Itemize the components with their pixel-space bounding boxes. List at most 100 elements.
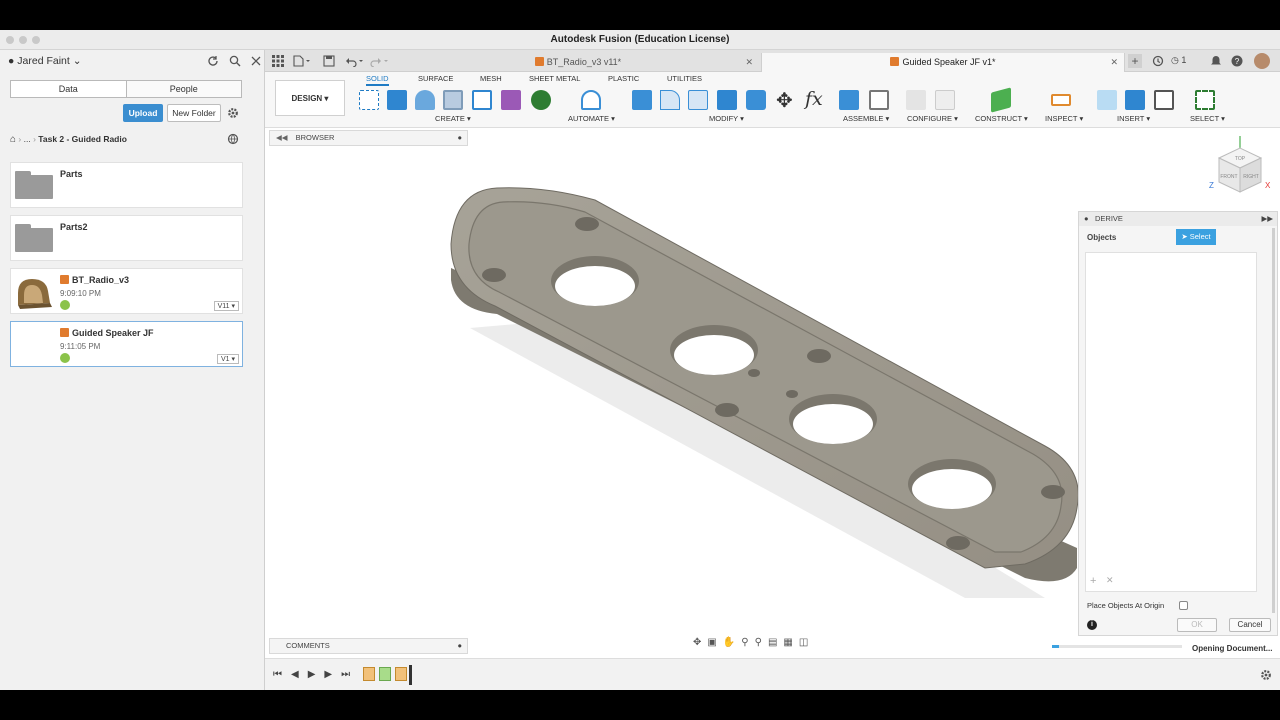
- version-badge[interactable]: V1 ▾: [216, 354, 239, 364]
- group-configure[interactable]: CONFIGURE ▾: [907, 114, 958, 123]
- version-badge[interactable]: V11 ▾: [213, 301, 239, 311]
- group-assemble[interactable]: ASSEMBLE ▾: [843, 114, 889, 123]
- timeline-feature-icon[interactable]: [395, 667, 407, 681]
- step-forward-icon[interactable]: ▶: [324, 669, 332, 680]
- timeline-feature-icon[interactable]: [379, 667, 391, 681]
- play-icon[interactable]: ▶: [308, 669, 316, 680]
- press-pull-icon[interactable]: [632, 90, 652, 110]
- configure-icon[interactable]: [906, 90, 926, 110]
- viewcube-right-label[interactable]: RIGHT: [1243, 174, 1259, 180]
- sync-icon[interactable]: [1152, 55, 1164, 67]
- tab-surface[interactable]: SURFACE: [418, 74, 453, 83]
- undo-icon[interactable]: [345, 55, 365, 67]
- group-construct[interactable]: CONSTRUCT ▾: [975, 114, 1028, 123]
- save-icon[interactable]: [323, 55, 335, 67]
- list-item[interactable]: Parts2: [10, 215, 243, 261]
- home-icon[interactable]: ⌂: [10, 134, 16, 145]
- close-tab-icon[interactable]: ✕: [1110, 53, 1118, 72]
- settings-gear-icon[interactable]: [227, 107, 239, 119]
- tab-mesh[interactable]: MESH: [480, 74, 502, 83]
- viewports-icon[interactable]: ◫: [799, 637, 808, 653]
- upload-button[interactable]: Upload: [123, 104, 163, 122]
- insert-image-icon[interactable]: [1125, 90, 1145, 110]
- group-automate[interactable]: AUTOMATE ▾: [568, 114, 615, 123]
- shell-icon[interactable]: [717, 90, 737, 110]
- close-tab-icon[interactable]: ✕: [745, 53, 753, 72]
- refresh-icon[interactable]: [207, 55, 219, 67]
- tab-guided-speaker[interactable]: Guided Speaker JF v1* ✕: [761, 53, 1125, 72]
- extrude-icon[interactable]: [387, 90, 407, 110]
- measure-icon[interactable]: [1051, 94, 1071, 106]
- job-status[interactable]: ◷ 1: [1171, 55, 1186, 66]
- form-icon[interactable]: [501, 90, 521, 110]
- expand-arrows-icon[interactable]: ▶▶: [1261, 212, 1273, 226]
- group-insert[interactable]: INSERT ▾: [1117, 114, 1150, 123]
- notifications-bell-icon[interactable]: [1210, 55, 1222, 67]
- add-plus-icon[interactable]: +: [1090, 575, 1096, 587]
- view-cube[interactable]: TOP FRONT RIGHT Z X: [1205, 134, 1275, 204]
- list-item[interactable]: Guided Speaker JF 9:11:05 PM V1 ▾: [10, 321, 243, 367]
- redo-icon[interactable]: [370, 55, 390, 67]
- place-origin-checkbox[interactable]: [1179, 601, 1188, 610]
- 3d-model-speaker-plate[interactable]: [265, 128, 1080, 658]
- viewcube-front-label[interactable]: FRONT: [1220, 174, 1237, 180]
- list-item[interactable]: BT_Radio_v3 9:09:10 PM V11 ▾: [10, 268, 243, 314]
- globe-icon[interactable]: [227, 133, 239, 145]
- combine-icon[interactable]: [746, 90, 766, 110]
- cancel-button[interactable]: Cancel: [1229, 618, 1271, 632]
- group-select[interactable]: SELECT ▾: [1190, 114, 1225, 123]
- insert-mesh-icon[interactable]: [1154, 90, 1174, 110]
- go-to-start-icon[interactable]: ⏮: [273, 669, 282, 680]
- revolve-icon[interactable]: [415, 90, 435, 110]
- look-at-icon[interactable]: ▣: [707, 637, 716, 653]
- tab-utilities[interactable]: UTILITIES: [667, 74, 702, 83]
- list-item[interactable]: Parts: [10, 162, 243, 208]
- workspace-switcher[interactable]: DESIGN ▾: [275, 80, 345, 116]
- tab-people[interactable]: People: [127, 81, 242, 97]
- objects-list[interactable]: + ✕: [1085, 252, 1257, 592]
- zoom-icon[interactable]: ⚲: [741, 637, 748, 653]
- add-comment-icon[interactable]: ●: [457, 639, 462, 653]
- tab-sheet-metal[interactable]: SHEET METAL: [529, 74, 580, 83]
- avatar[interactable]: [1254, 53, 1270, 69]
- pattern-icon[interactable]: [472, 90, 492, 110]
- user-menu[interactable]: ● Jared Faint ⌄: [8, 55, 82, 67]
- breadcrumb-ellipsis[interactable]: ...: [24, 134, 31, 144]
- new-component-icon[interactable]: [839, 90, 859, 110]
- offset-plane-icon[interactable]: [991, 87, 1011, 113]
- timeline-marker[interactable]: [409, 665, 412, 685]
- hole-icon[interactable]: [443, 90, 463, 110]
- create-sketch-icon[interactable]: [359, 90, 379, 110]
- comments-panel-header[interactable]: COMMENTS ●: [269, 638, 468, 654]
- ok-button[interactable]: OK: [1177, 618, 1217, 632]
- info-icon[interactable]: i: [1087, 620, 1097, 630]
- generative-icon[interactable]: [531, 90, 551, 110]
- group-create[interactable]: CREATE ▾: [435, 114, 471, 123]
- display-settings-icon[interactable]: ▤: [768, 637, 777, 653]
- parameters-fx-icon[interactable]: fx: [805, 88, 823, 110]
- go-to-end-icon[interactable]: ⏭: [341, 669, 350, 680]
- timeline-feature-icon[interactable]: [363, 667, 375, 681]
- remove-x-icon[interactable]: ✕: [1106, 575, 1114, 586]
- fit-zoom-icon[interactable]: ⚲: [755, 637, 762, 653]
- grid-apps-icon[interactable]: [272, 55, 284, 67]
- orbit-icon[interactable]: ✥: [693, 637, 701, 653]
- insert-derive-icon[interactable]: [1097, 90, 1117, 110]
- tab-plastic[interactable]: PLASTIC: [608, 74, 639, 83]
- search-icon[interactable]: [229, 55, 241, 67]
- chamfer-icon[interactable]: [688, 90, 708, 110]
- tab-bt-radio[interactable]: BT_Radio_v3 v11* ✕: [397, 53, 759, 72]
- close-panel-icon[interactable]: [251, 56, 261, 66]
- group-modify[interactable]: MODIFY ▾: [709, 114, 744, 123]
- grid-settings-icon[interactable]: ▦: [783, 637, 792, 653]
- dialog-scrollbar[interactable]: [1272, 228, 1275, 613]
- file-menu-icon[interactable]: [293, 55, 311, 67]
- new-folder-button[interactable]: New Folder: [167, 104, 221, 122]
- select-objects-button[interactable]: ➤ Select: [1176, 229, 1216, 245]
- move-icon[interactable]: ✥: [776, 88, 793, 113]
- derive-dialog-header[interactable]: ● DERIVE ▶▶: [1079, 212, 1277, 226]
- help-icon[interactable]: ?: [1231, 55, 1243, 67]
- timeline-settings-gear-icon[interactable]: [1260, 669, 1272, 681]
- tab-data[interactable]: Data: [11, 81, 127, 97]
- select-icon[interactable]: [1195, 90, 1215, 110]
